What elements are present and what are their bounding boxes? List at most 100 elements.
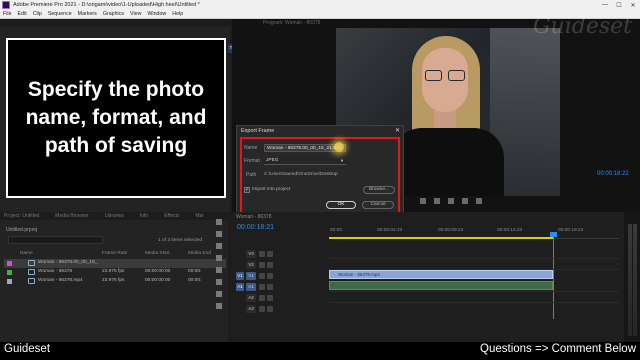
toggle-sync-lock-icon[interactable] xyxy=(259,250,265,257)
maximize-button[interactable]: ☐ xyxy=(612,0,626,10)
item-name: Woman - 86378.00_00_18_ xyxy=(38,260,98,265)
timeline-audio-clip[interactable] xyxy=(329,281,553,290)
minimize-button[interactable]: — xyxy=(598,0,612,10)
selection-tool-icon[interactable] xyxy=(216,219,222,225)
track-header-v1: V1 xyxy=(246,271,324,280)
tab-media-browser[interactable]: Media Browser xyxy=(55,213,88,219)
toggle-sync-lock-icon[interactable] xyxy=(259,272,265,279)
solo-icon[interactable] xyxy=(267,283,273,290)
track-name[interactable]: V3 xyxy=(246,249,256,258)
dialog-title: Export Frame xyxy=(241,128,275,134)
track-name[interactable]: V2 xyxy=(246,260,256,269)
menu-view[interactable]: View xyxy=(130,11,141,17)
column-media-end[interactable]: Media End xyxy=(188,251,211,256)
project-row[interactable]: Woman - 86378.00_00_18_ xyxy=(4,259,226,268)
tab-info[interactable]: Info xyxy=(140,213,148,219)
track-name[interactable]: A2 xyxy=(246,293,256,302)
mouse-cursor-highlight xyxy=(334,142,344,152)
menu-markers[interactable]: Markers xyxy=(78,11,97,17)
tab-project[interactable]: Project: Untitled xyxy=(4,213,39,219)
label-color-swatch xyxy=(7,270,12,275)
video-person-shirt xyxy=(392,128,504,196)
dialog-close-icon[interactable]: ✕ xyxy=(395,127,400,134)
track-header-a2: A2 xyxy=(246,293,324,302)
menu-edit[interactable]: Edit xyxy=(18,11,27,17)
export-frame-icon[interactable] xyxy=(462,198,468,204)
timeline-timecode[interactable]: 00:00:18:21 xyxy=(237,224,274,231)
tab-markers[interactable]: Mar xyxy=(195,213,204,219)
slip-tool-icon[interactable] xyxy=(216,267,222,273)
ruler-label: 00:00 xyxy=(330,228,343,233)
project-panel-tabs: Project: Untitled Media Browser Librarie… xyxy=(0,212,228,220)
track-select-tool-icon[interactable] xyxy=(216,231,222,237)
track-header-v2: V2 xyxy=(246,260,324,269)
menu-sequence[interactable]: Sequence xyxy=(48,11,72,17)
project-row[interactable]: Woman - 86378 23.976 fps 00:00:00:00 00:… xyxy=(4,268,226,277)
work-area-bar[interactable] xyxy=(329,237,554,239)
source-patch-a1[interactable]: A1 xyxy=(236,283,244,291)
step-forward-icon[interactable] xyxy=(448,198,454,204)
type-tool-icon[interactable] xyxy=(216,303,222,309)
source-panel-tabs xyxy=(0,19,230,27)
program-monitor-label: Program: Woman - 86378 xyxy=(263,20,321,26)
program-transport-controls xyxy=(420,196,570,206)
source-patch-v1[interactable]: V1 xyxy=(236,272,244,280)
column-frame-rate[interactable]: Frame Rate xyxy=(102,251,127,256)
toggle-sync-lock-icon[interactable] xyxy=(259,261,265,268)
razor-tool-icon[interactable] xyxy=(216,255,222,261)
mute-icon[interactable] xyxy=(259,294,265,301)
tab-libraries[interactable]: Libraries xyxy=(105,213,124,219)
video-person-glasses xyxy=(424,70,466,82)
track-divider xyxy=(329,258,619,259)
item-media-end: 00:00: xyxy=(188,278,202,283)
track-header-v3: V3 xyxy=(246,249,324,258)
column-name[interactable]: Name xyxy=(20,251,33,256)
solo-icon[interactable] xyxy=(267,305,273,312)
item-frame-rate: 23.976 fps xyxy=(102,278,125,283)
eye-icon[interactable] xyxy=(267,272,273,279)
eye-icon[interactable] xyxy=(267,250,273,257)
menu-window[interactable]: Window xyxy=(147,11,166,17)
eye-icon[interactable] xyxy=(267,261,273,268)
hand-tool-icon[interactable] xyxy=(216,291,222,297)
project-file-name: Untitled.prproj xyxy=(6,227,38,233)
item-name: Woman - 86378 xyxy=(38,269,73,274)
premiere-pro-icon xyxy=(2,1,10,9)
ruler-label: 00:00:19:23 xyxy=(558,228,584,233)
program-duration-timecode: 00:00:18:22 xyxy=(597,171,629,177)
channel-watermark: Guideset xyxy=(532,14,632,39)
track-name[interactable]: V1 xyxy=(246,271,256,280)
project-search-input[interactable] xyxy=(8,236,103,244)
menu-clip[interactable]: Clip xyxy=(33,11,42,17)
solo-icon[interactable] xyxy=(267,294,273,301)
step-back-icon[interactable] xyxy=(420,198,426,204)
tools-panel xyxy=(212,214,226,342)
ripple-edit-tool-icon[interactable] xyxy=(216,243,222,249)
pen-tool-icon[interactable] xyxy=(216,279,222,285)
video-clip-icon xyxy=(28,278,35,284)
mute-icon[interactable] xyxy=(259,283,265,290)
timeline-video-clip[interactable]: Woman - 86378.mp4 xyxy=(329,270,553,279)
column-media-start[interactable]: Media Start xyxy=(145,251,170,256)
button-editor-icon[interactable] xyxy=(476,198,482,204)
ruler-label: 00:00:09:23 xyxy=(438,228,464,233)
footer-call-to-action: Questions => Comment Below xyxy=(480,343,636,355)
footer-channel-name: Guideset xyxy=(4,343,51,355)
menu-help[interactable]: Help xyxy=(172,11,183,17)
track-name[interactable]: A3 xyxy=(246,304,256,313)
play-icon[interactable] xyxy=(434,198,440,204)
instruction-overlay: Specify the photo name, format, and path… xyxy=(6,38,226,198)
meter-channel-right xyxy=(633,224,637,336)
tab-effects[interactable]: Effects xyxy=(164,213,179,219)
item-media-start: 00:00:00:00 xyxy=(145,269,171,274)
project-row[interactable]: Woman - 86378.mp4 23.976 fps 00:00:00:00… xyxy=(4,277,226,286)
window-controls: — ☐ ✕ xyxy=(598,0,640,10)
close-window-button[interactable]: ✕ xyxy=(626,0,640,10)
mute-icon[interactable] xyxy=(259,305,265,312)
menu-file[interactable]: File xyxy=(3,11,12,17)
timeline-sequence-tab[interactable]: Woman - 86378 xyxy=(236,214,271,220)
item-frame-rate: 23.976 fps xyxy=(102,269,125,274)
track-name[interactable]: A1 xyxy=(246,282,256,291)
menu-graphics[interactable]: Graphics xyxy=(103,11,124,17)
track-header-a1: A1 xyxy=(246,282,324,291)
